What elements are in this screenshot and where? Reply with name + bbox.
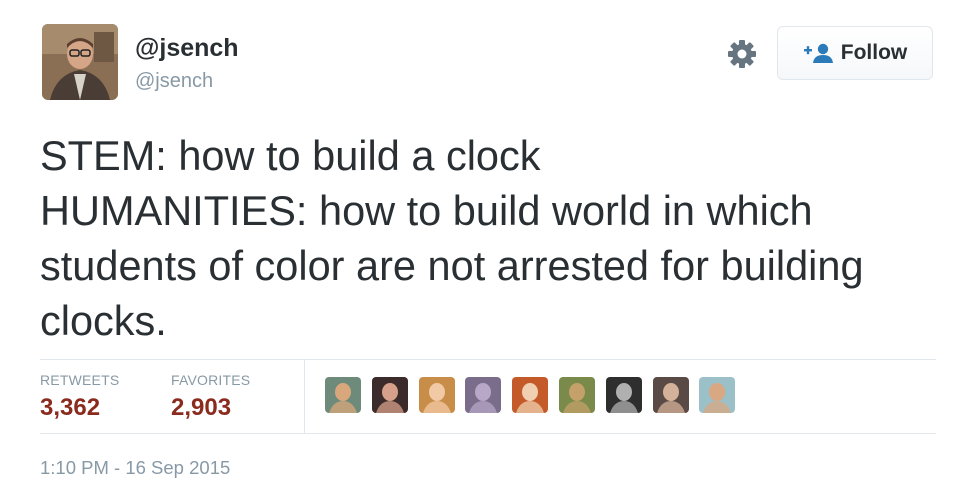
favoriter-5[interactable]	[512, 377, 549, 413]
gear-icon[interactable]	[726, 38, 758, 70]
favoriter-6[interactable]	[558, 377, 595, 413]
follow-label: Follow	[840, 41, 908, 64]
user-handle[interactable]: @jsench	[135, 70, 213, 93]
tweet-timestamp[interactable]: 1:10 PM - 16 Sep 2015	[40, 457, 230, 479]
stats-top-divider	[40, 359, 936, 360]
favorites-label[interactable]: FAVORITES	[171, 372, 250, 388]
profile-avatar[interactable]	[42, 24, 118, 100]
stats-separator	[304, 360, 305, 433]
stats-bottom-divider	[40, 433, 936, 434]
tweet-line: HUMANITIES: how to build world in which	[40, 187, 813, 234]
favoriter-7[interactable]	[605, 377, 642, 413]
favoriter-4[interactable]	[465, 377, 502, 413]
favoriter-8[interactable]	[652, 377, 689, 413]
favoriter-3[interactable]	[418, 377, 455, 413]
tweet-line: students of color are not arrested for b…	[40, 242, 864, 289]
add-user-icon	[803, 43, 833, 63]
favoriter-1[interactable]	[325, 377, 361, 413]
favoriter-avatars	[325, 377, 746, 413]
retweets-count[interactable]: 3,362	[40, 394, 100, 422]
profile-photo	[42, 24, 118, 100]
tweet-line: STEM: how to build a clock	[40, 132, 541, 179]
tweet-line: clocks.	[40, 297, 167, 344]
tweet-text: STEM: how to build a clock HUMANITIES: h…	[40, 128, 960, 348]
follow-button[interactable]: Follow	[777, 26, 933, 80]
favoriter-2[interactable]	[371, 377, 408, 413]
retweets-label[interactable]: RETWEETS	[40, 372, 119, 388]
favoriter-9[interactable]	[699, 377, 736, 413]
display-name[interactable]: @jsench	[135, 34, 239, 63]
favorites-count[interactable]: 2,903	[171, 394, 231, 422]
